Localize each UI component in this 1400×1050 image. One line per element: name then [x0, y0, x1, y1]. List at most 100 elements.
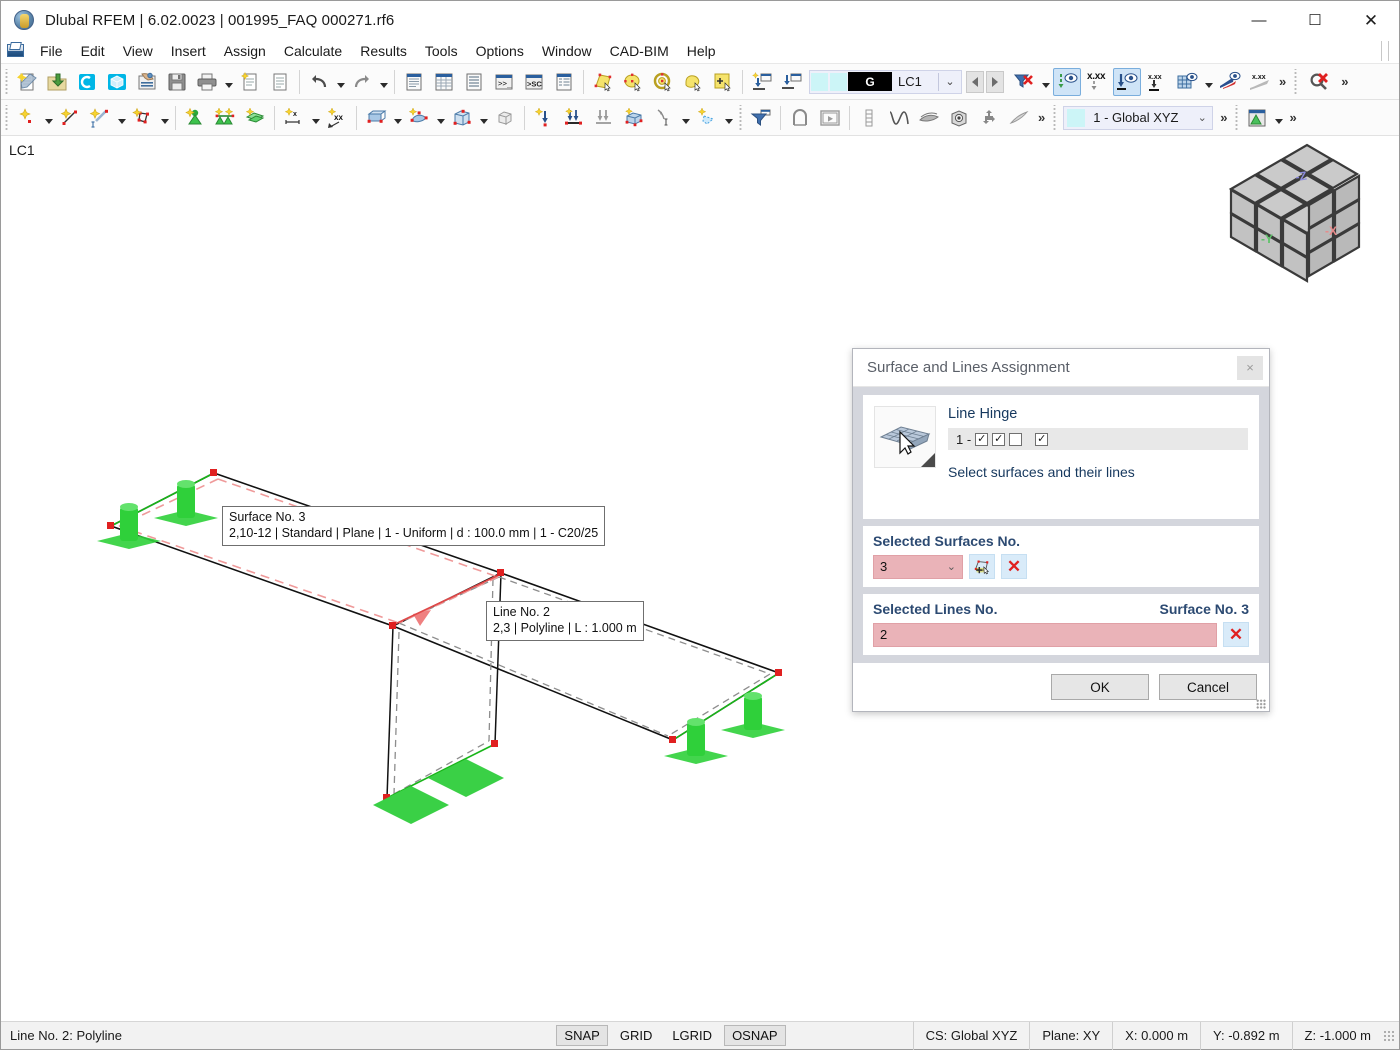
menu-file[interactable]: File: [31, 40, 72, 62]
ok-button[interactable]: OK: [1051, 674, 1149, 700]
surface-dropdown-caret[interactable]: [391, 104, 404, 132]
model-viewport[interactable]: LC1 -Z -Y -X Surface No. 3 2,10-12 | Sta…: [1, 136, 1399, 1021]
dimension-x-icon[interactable]: x: [280, 104, 308, 132]
select-add-icon[interactable]: [709, 68, 737, 96]
clear-lines-button[interactable]: ✕: [1223, 622, 1249, 647]
node-dropdown-caret[interactable]: [42, 104, 55, 132]
delete-loads-dropdown-caret[interactable]: [1039, 68, 1052, 96]
dimension-xx-icon[interactable]: xx: [323, 104, 351, 132]
free-load-dropdown-caret[interactable]: [679, 104, 692, 132]
document-icon[interactable]: [266, 68, 294, 96]
menu-edit[interactable]: Edit: [72, 40, 114, 62]
menu-window[interactable]: Window: [533, 40, 601, 62]
surface-support-icon[interactable]: [241, 104, 269, 132]
free-load-icon[interactable]: [650, 104, 678, 132]
pick-surface-button[interactable]: [969, 554, 995, 579]
show-loads-icon[interactable]: [1053, 67, 1081, 96]
menu-results[interactable]: Results: [351, 40, 416, 62]
new-curved-surface-icon[interactable]: [405, 104, 433, 132]
save-icon[interactable]: [163, 68, 191, 96]
toolbar2-overflow-button-3[interactable]: »: [1285, 110, 1300, 125]
delete-loads-icon[interactable]: [1010, 68, 1038, 96]
toolbar-grip[interactable]: [1233, 104, 1241, 131]
member-dropdown-caret[interactable]: [158, 104, 171, 132]
imperfection-icon[interactable]: [693, 104, 721, 132]
work-plane-icon[interactable]: [1243, 104, 1271, 132]
menu-view[interactable]: View: [114, 40, 162, 62]
nodal-load-icon[interactable]: [530, 104, 558, 132]
minimize-button[interactable]: —: [1231, 1, 1287, 39]
new-report-icon[interactable]: [236, 68, 264, 96]
previous-load-case-button[interactable]: [966, 70, 984, 93]
diagram-panel-icon[interactable]: [855, 104, 883, 132]
cancel-button[interactable]: Cancel: [1159, 674, 1257, 700]
grid-toggle[interactable]: GRID: [612, 1025, 661, 1046]
new-load-case-icon[interactable]: [748, 68, 776, 96]
line-load-icon[interactable]: [590, 104, 618, 132]
clear-surfaces-button[interactable]: ✕: [1001, 554, 1027, 579]
coordinate-system-selector[interactable]: 1 - Global XYZ ⌄: [1063, 105, 1214, 130]
imperfection-dropdown-caret[interactable]: [722, 104, 735, 132]
rendering-cube-icon[interactable]: [945, 104, 973, 132]
window-resize-grip[interactable]: [1383, 1029, 1395, 1042]
load-case-list-icon[interactable]: [778, 68, 806, 96]
animation-icon[interactable]: [816, 104, 844, 132]
menu-cad-bim[interactable]: CAD-BIM: [601, 40, 678, 62]
support-values-icon[interactable]: x.xx: [1143, 68, 1171, 96]
menu-insert[interactable]: Insert: [162, 40, 215, 62]
snap-toggle[interactable]: SNAP: [556, 1025, 608, 1046]
console-icon[interactable]: >>_: [490, 68, 518, 96]
print-icon[interactable]: [193, 68, 221, 96]
curved-surface-dropdown-caret[interactable]: [434, 104, 447, 132]
member-load-icon[interactable]: [560, 104, 588, 132]
work-plane-dropdown-caret[interactable]: [1272, 104, 1285, 132]
osnap-toggle[interactable]: OSNAP: [724, 1025, 786, 1046]
line-dropdown-caret[interactable]: [115, 104, 128, 132]
details-panel-icon[interactable]: [550, 68, 578, 96]
model-cube-icon[interactable]: [103, 68, 131, 96]
new-solid-icon[interactable]: [448, 104, 476, 132]
toolbar1-overflow-button-2[interactable]: »: [1337, 74, 1352, 89]
surface-load-icon[interactable]: [620, 104, 648, 132]
line-support-icon[interactable]: [211, 104, 239, 132]
surface-results-icon[interactable]: [915, 104, 943, 132]
load-case-selector[interactable]: G LC1 ⌄: [809, 69, 962, 94]
solid-dropdown-caret[interactable]: [477, 104, 490, 132]
next-load-case-button[interactable]: [986, 70, 1004, 93]
chevron-down-icon[interactable]: ⌄: [939, 75, 961, 88]
maximize-button[interactable]: ☐: [1287, 1, 1343, 39]
new-member-icon[interactable]: [129, 104, 157, 132]
surface-and-lines-assignment-dialog[interactable]: Surface and Lines Assignment × Line Hing…: [852, 348, 1270, 712]
move-view-icon[interactable]: [975, 104, 1003, 132]
toolbar-grip[interactable]: [1292, 68, 1300, 95]
selected-surfaces-combo[interactable]: 3 ⌄: [873, 554, 963, 579]
close-button[interactable]: ✕: [1343, 1, 1399, 39]
list-panel-icon[interactable]: [460, 68, 488, 96]
toolbar-grip[interactable]: [1051, 104, 1059, 131]
menu-options[interactable]: Options: [467, 40, 533, 62]
print-dropdown-caret[interactable]: [222, 68, 235, 96]
line-hinge-checkbox-4[interactable]: ✓: [1035, 432, 1049, 446]
visibility-section-icon[interactable]: [786, 104, 814, 132]
dialog-resize-grip[interactable]: [1256, 699, 1266, 709]
redo-icon[interactable]: [348, 68, 376, 96]
result-values-icon[interactable]: x.xx: [1246, 68, 1274, 96]
toolbar-grip[interactable]: [737, 104, 744, 131]
show-mesh-icon[interactable]: [1173, 68, 1201, 96]
menu-help[interactable]: Help: [678, 40, 725, 62]
solid-contact-icon[interactable]: [491, 104, 519, 132]
navigator-panel-icon[interactable]: [400, 68, 428, 96]
table-panel-icon[interactable]: [430, 68, 458, 96]
deformation-curve-icon[interactable]: [885, 104, 913, 132]
nodal-support-icon[interactable]: [181, 104, 209, 132]
undo-dropdown-caret[interactable]: [334, 68, 347, 96]
select-region-icon[interactable]: [679, 68, 707, 96]
select-circle-icon[interactable]: [619, 68, 647, 96]
script-sc-icon[interactable]: >SC: [520, 68, 548, 96]
dialog-close-button[interactable]: ×: [1237, 355, 1263, 380]
open-folder-icon[interactable]: [43, 68, 71, 96]
select-arc-icon[interactable]: [649, 68, 677, 96]
redo-dropdown-caret[interactable]: [377, 68, 390, 96]
load-values-icon[interactable]: x.xx: [1083, 68, 1111, 96]
line-hinge-value-field[interactable]: 1 - ✓ ✓ ✓: [948, 428, 1248, 450]
